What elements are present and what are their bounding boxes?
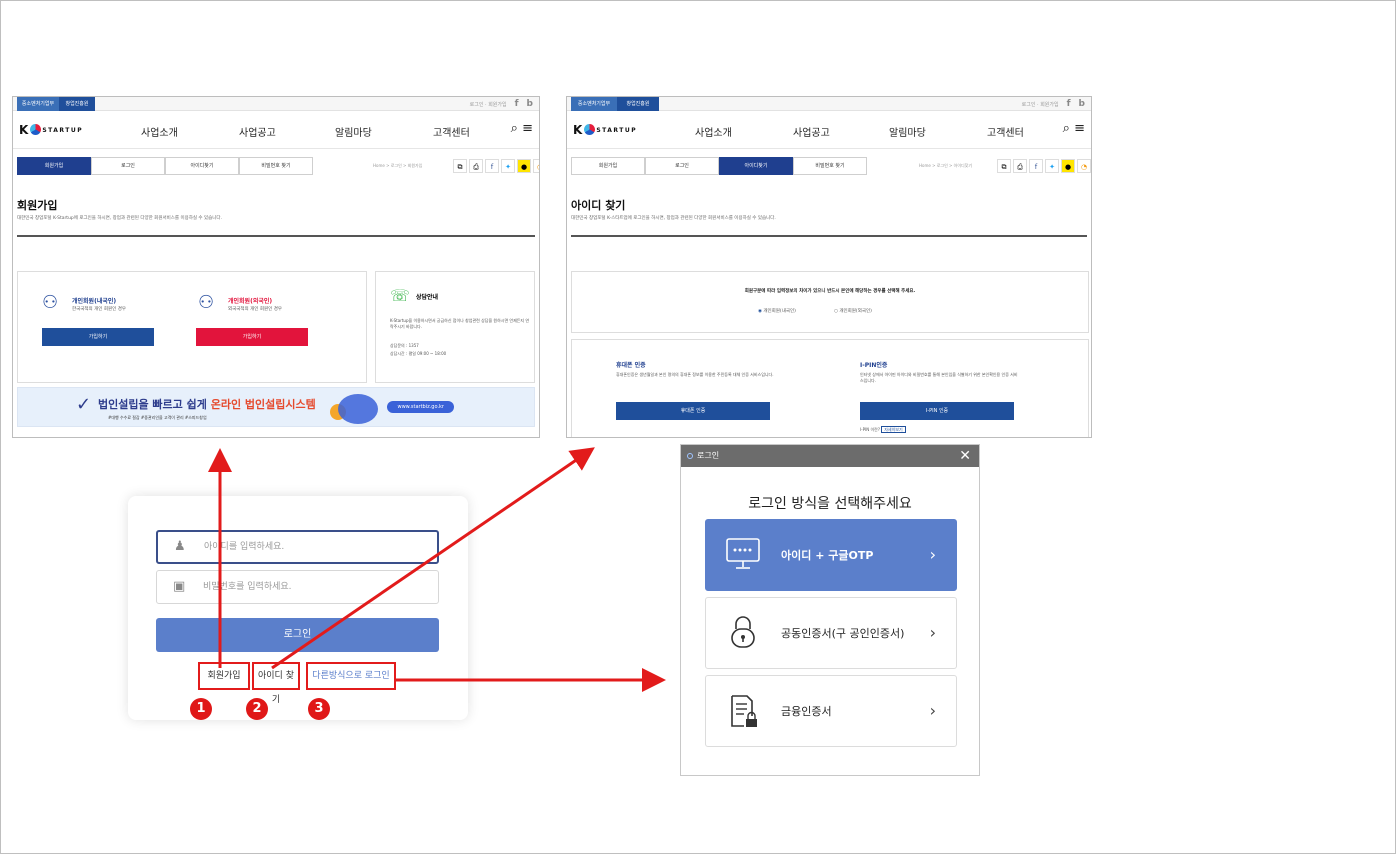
annotation-arrows	[208, 447, 666, 692]
arrow-to-find-id-page	[271, 447, 595, 670]
